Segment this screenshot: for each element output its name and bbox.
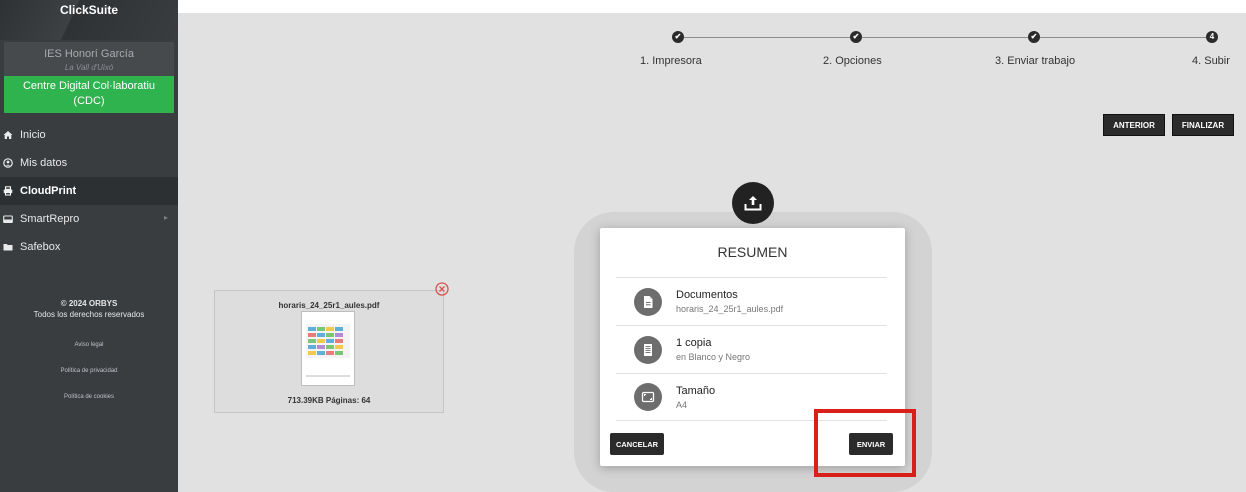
send-button-highlight-box — [814, 409, 916, 477]
folder-icon — [0, 242, 16, 252]
organization-name: IES Honorí García — [44, 48, 134, 60]
sidebar-item-cloudprint[interactable]: CloudPrint — [0, 177, 178, 205]
step-3-check-icon: ✔ — [1028, 31, 1040, 43]
step-3-label: 3. Enviar trabajo — [995, 55, 1076, 67]
privacy-policy-link[interactable]: Política de privacidad — [0, 368, 178, 374]
stepper-connector — [1040, 37, 1206, 38]
chevron-right-icon: ▸ — [163, 213, 168, 222]
summary-row-copies: 1 copia en Blanco y Negro — [616, 325, 887, 373]
sidebar-item-inicio[interactable]: Inicio — [0, 121, 178, 149]
summary-documents-heading: Documentos — [676, 289, 738, 301]
file-meta: 713.39KB Páginas: 64 — [287, 396, 371, 405]
stepper-connector — [684, 37, 850, 38]
brand-logo: ClickSuite — [0, 0, 178, 40]
upload-icon[interactable] — [732, 182, 774, 224]
printer-icon — [0, 186, 16, 196]
copier-icon — [0, 214, 16, 224]
sidebar: ClickSuite IES Honorí García La Vall d'U… — [0, 0, 178, 492]
summary-size-heading: Tamaño — [676, 384, 716, 397]
file-name: horaris_24_25r1_aules.pdf — [278, 301, 380, 310]
page-size-icon — [634, 383, 662, 411]
summary-copies-value: en Blanco y Negro — [676, 352, 751, 362]
stepper-connector — [862, 37, 1028, 38]
cookies-policy-link[interactable]: Política de cookies — [0, 394, 178, 400]
summary-size-value: A4 — [676, 399, 688, 410]
organization-card: IES Honorí García La Vall d'Uixó — [4, 42, 174, 76]
sidebar-item-safebox[interactable]: Safebox — [0, 233, 178, 261]
summary-copies-heading: 1 copia — [676, 337, 712, 349]
step-2-label: 2. Opciones — [823, 55, 882, 67]
step-4-label: 4. Subir — [1192, 55, 1230, 67]
sidebar-item-label: SmartRepro — [20, 213, 80, 225]
sidebar-nav: Inicio Mis datos CloudPrint SmartRepro ▸ — [0, 121, 178, 261]
rights-text: Todos los derechos reservados — [33, 310, 145, 319]
modal-title: RESUMEN — [717, 244, 788, 260]
step-1-check-icon: ✔ — [672, 31, 684, 43]
document-icon — [634, 287, 662, 316]
cancel-button[interactable]: CANCELAR — [610, 433, 664, 455]
copies-icon — [634, 335, 662, 364]
home-icon — [0, 130, 16, 140]
step-1-label: 1. Impresora — [640, 55, 702, 67]
sidebar-item-smartrepro[interactable]: SmartRepro ▸ — [0, 205, 178, 233]
sidebar-item-mis-datos[interactable]: Mis datos — [0, 149, 178, 177]
sidebar-item-label: Safebox — [20, 241, 61, 253]
legal-notice-link[interactable]: Aviso legal — [0, 342, 178, 348]
finish-button[interactable]: FINALIZAR — [1172, 114, 1234, 136]
sidebar-item-label: Mis datos — [20, 157, 68, 169]
organization-city: La Vall d'Uixó — [64, 63, 114, 72]
summary-documents-value: horaris_24_25r1_aules.pdf — [676, 304, 784, 314]
copyright-text: © 2024 ORBYS — [60, 299, 118, 308]
sidebar-item-label: Inicio — [20, 129, 46, 141]
sidebar-item-label: CloudPrint — [20, 185, 77, 197]
file-thumbnail — [301, 311, 355, 386]
remove-file-icon[interactable] — [435, 282, 449, 296]
cdc-button[interactable]: Centre Digital Col·laboratiu (CDC) — [4, 76, 174, 113]
previous-button[interactable]: ANTERIOR — [1103, 114, 1165, 136]
file-card: horaris_24_25r1_aules.pdf 713.39KB Págin… — [214, 290, 444, 413]
step-2-check-icon: ✔ — [850, 31, 862, 43]
user-icon — [0, 158, 16, 168]
step-4-number: 4 — [1206, 31, 1218, 43]
summary-row-documents: Documentos horaris_24_25r1_aules.pdf — [616, 277, 887, 325]
sidebar-footer: © 2024 ORBYS Todos los derechos reservad… — [0, 298, 178, 400]
progress-stepper: ✔ 1. Impresora ✔ 2. Opciones ✔ 3. Enviar… — [178, 0, 1246, 70]
